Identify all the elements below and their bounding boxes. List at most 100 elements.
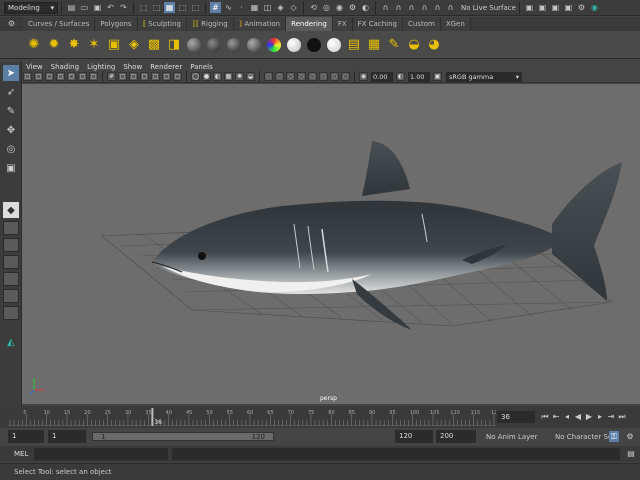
xray-icon[interactable]: ◌ xyxy=(264,72,273,81)
open-scene-icon[interactable]: ▭ xyxy=(79,2,90,13)
tab-xgen[interactable]: XGen xyxy=(440,17,471,31)
save-scene-icon[interactable]: ▣ xyxy=(92,2,103,13)
tab-fx-caching[interactable]: FX Caching xyxy=(352,17,403,31)
tab-rigging[interactable]: ⟧⟦ Rigging xyxy=(186,17,234,31)
ramp-material-icon[interactable] xyxy=(267,37,281,52)
ipr-render-icon[interactable]: ◉ xyxy=(334,2,345,13)
tab-polygons[interactable]: Polygons xyxy=(95,17,138,31)
ambient-occlusion-icon[interactable]: ◌ xyxy=(297,72,306,81)
tab-custom[interactable]: Custom xyxy=(402,17,441,31)
script-editor-icon[interactable]: ▤ xyxy=(626,448,636,459)
menu-lighting[interactable]: Lighting xyxy=(83,63,119,71)
select-component-icon[interactable]: ▦ xyxy=(164,2,175,13)
field-chart-icon[interactable]: ▢ xyxy=(151,72,160,81)
live-surface-icon[interactable]: ∩ xyxy=(445,2,456,13)
area-light-icon[interactable]: ▣ xyxy=(105,36,123,54)
color-management-icon[interactable]: ▣ xyxy=(433,72,442,81)
scale-tool-icon[interactable]: ▣ xyxy=(3,160,19,176)
step-back-key-icon[interactable]: ⇤ xyxy=(551,411,561,422)
select-by-type-icon[interactable]: ⬚ xyxy=(177,2,188,13)
snap-point-icon[interactable]: · xyxy=(236,2,247,13)
menu-show[interactable]: Show xyxy=(119,63,146,71)
move-tool-icon[interactable]: ✥ xyxy=(3,122,19,138)
blinn-material-icon[interactable] xyxy=(187,37,201,52)
select-object-icon[interactable]: ⬚ xyxy=(151,2,162,13)
tab-rendering[interactable]: Rendering xyxy=(286,17,333,31)
gamma-field[interactable]: 1.00 xyxy=(408,71,430,82)
volume-light-icon[interactable]: ◈ xyxy=(125,36,143,54)
wireframe-icon[interactable]: ◯ xyxy=(191,72,200,81)
textured-icon[interactable]: ▦ xyxy=(224,72,233,81)
step-back-frame-icon[interactable]: ◂ xyxy=(562,411,572,422)
single-perspective-layout-icon[interactable]: ◆ xyxy=(3,202,19,218)
phonge-material-icon[interactable] xyxy=(247,37,261,52)
layered-material-icon[interactable] xyxy=(287,37,301,52)
lambert-material-icon[interactable] xyxy=(207,37,221,52)
step-forward-frame-icon[interactable]: ▸ xyxy=(595,411,605,422)
viewport-persp[interactable]: persp xyxy=(22,84,640,404)
animation-prefs-icon[interactable]: ⚙ xyxy=(625,431,635,442)
rotate-tool-icon[interactable]: ◎ xyxy=(3,141,19,157)
ambient-light-icon[interactable]: ✺ xyxy=(25,36,43,54)
persp-outliner-layout-icon[interactable] xyxy=(3,238,19,252)
smooth-shade-icon[interactable]: ● xyxy=(202,72,211,81)
undo-icon[interactable]: ↶ xyxy=(105,2,116,13)
surface-shader-icon[interactable] xyxy=(307,37,321,52)
magnet-icon[interactable]: ∩ xyxy=(432,2,443,13)
ipr-icon[interactable]: ▣ xyxy=(550,2,561,13)
render-sequence-icon[interactable]: ▣ xyxy=(537,2,548,13)
time-ruler[interactable]: 5 10 15 20 25 30 35 40 45 50 55 60 65 70 75 80 85 90 95 100… xyxy=(8,408,501,426)
render-settings-icon[interactable]: ✎ xyxy=(385,36,403,54)
anti-aliasing-icon[interactable]: ◌ xyxy=(319,72,328,81)
go-to-start-icon[interactable]: ⏮ xyxy=(540,411,550,422)
ipr-render-icon[interactable]: ▦ xyxy=(365,36,383,54)
bookmarks-icon[interactable]: ▢ xyxy=(56,72,65,81)
spot-light-icon[interactable]: ✶ xyxy=(85,36,103,54)
film-gate-icon[interactable]: ▢ xyxy=(118,72,127,81)
render-frame-icon[interactable]: ◎ xyxy=(321,2,332,13)
menu-panels[interactable]: Panels xyxy=(186,63,217,71)
resolution-gate-icon[interactable]: ▢ xyxy=(129,72,138,81)
snapshot-icon[interactable]: ▣ xyxy=(563,2,574,13)
menu-view[interactable]: View xyxy=(22,63,47,71)
batch-render-icon[interactable]: ◕ xyxy=(425,36,443,54)
play-forwards-icon[interactable]: ▶ xyxy=(584,411,594,422)
range-slider[interactable]: 1 120 xyxy=(92,432,274,441)
four-view-layout-icon[interactable] xyxy=(3,221,19,235)
select-hierarchy-icon[interactable]: ⬚ xyxy=(138,2,149,13)
lock-camera-icon[interactable]: ▢ xyxy=(34,72,43,81)
xray-joints-icon[interactable]: ◌ xyxy=(275,72,284,81)
snap-view-plane-icon[interactable]: ▦ xyxy=(249,2,260,13)
use-background-icon[interactable] xyxy=(327,37,341,52)
play-backwards-icon[interactable]: ◀ xyxy=(573,411,583,422)
camera-attributes-icon[interactable]: ▢ xyxy=(45,72,54,81)
directional-light-icon[interactable]: ✹ xyxy=(45,36,63,54)
render-view-icon[interactable]: ▣ xyxy=(524,2,535,13)
snap-edge-icon[interactable]: ◇ xyxy=(288,2,299,13)
tab-curves-surfaces[interactable]: Curves / Surfaces xyxy=(23,17,96,31)
step-forward-key-icon[interactable]: ⇥ xyxy=(606,411,616,422)
exposure-field[interactable]: 0.00 xyxy=(371,71,393,82)
grid-icon[interactable]: # xyxy=(107,72,116,81)
grease-pencil-icon[interactable]: ▢ xyxy=(89,72,98,81)
render-current-frame-icon[interactable]: ▤ xyxy=(345,36,363,54)
snap-curve-icon[interactable]: ∿ xyxy=(223,2,234,13)
construction-history-icon[interactable]: ⟲ xyxy=(308,2,319,13)
shelf-menu-icon[interactable]: ⚙ xyxy=(6,19,17,30)
character-set-select[interactable]: No Character Set xyxy=(555,433,615,441)
gamma-icon[interactable]: ◐ xyxy=(396,72,405,81)
redo-icon[interactable]: ↷ xyxy=(118,2,129,13)
tab-animation[interactable]: ⟧ Animation xyxy=(233,17,287,31)
menu-shading[interactable]: Shading xyxy=(47,63,83,71)
safe-title-icon[interactable]: ▢ xyxy=(173,72,182,81)
sync-icon[interactable]: ◉ xyxy=(589,2,600,13)
playback-end-field[interactable]: 120 xyxy=(395,430,433,443)
isolate-select-icon[interactable]: ◌ xyxy=(341,72,350,81)
script-language-label[interactable]: MEL xyxy=(14,450,28,458)
scene-end-field[interactable]: 200 xyxy=(436,430,476,443)
phong-material-icon[interactable] xyxy=(227,37,241,52)
paint-select-tool-icon[interactable]: ✎ xyxy=(3,103,19,119)
motion-blur-icon[interactable]: ◌ xyxy=(308,72,317,81)
safe-action-icon[interactable]: ▢ xyxy=(162,72,171,81)
exposure-icon[interactable]: ◉ xyxy=(359,72,368,81)
